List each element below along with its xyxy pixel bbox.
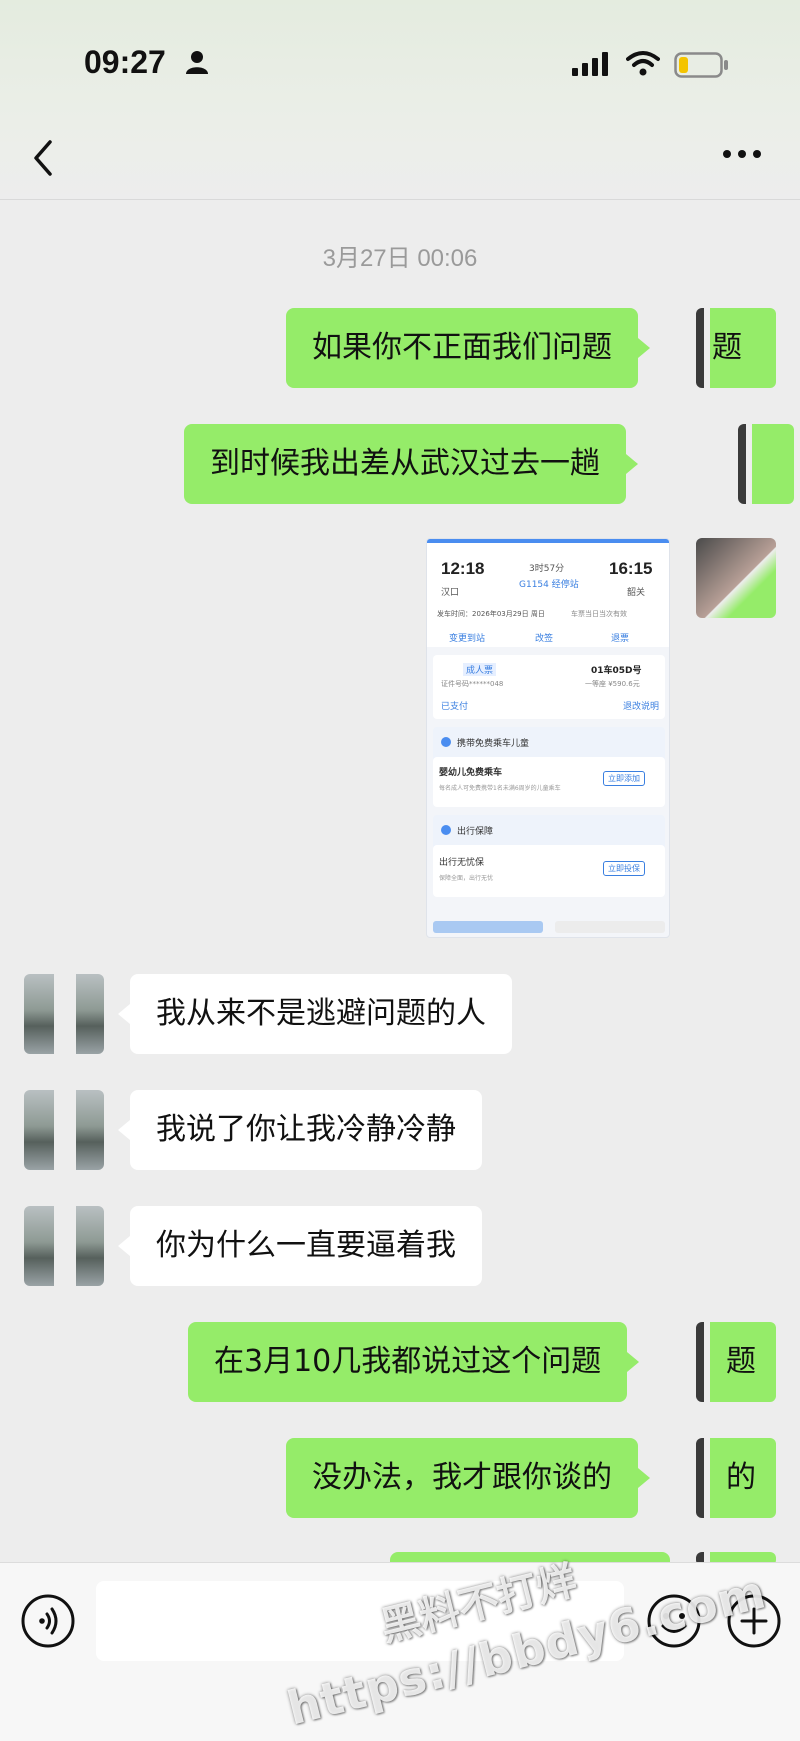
ticket-header: 12:18 16:15 3时57分 G1154 经停站 汉口 韶关 发车时间：2… bbox=[427, 539, 669, 647]
ticket-duration: 3时57分 bbox=[529, 564, 565, 574]
insurance-title: 出行无忧保 bbox=[439, 858, 485, 868]
avatar-me[interactable]: 的 bbox=[696, 1438, 776, 1518]
message-bubble-sent[interactable]: 在3月10几我都说过这个问题 bbox=[188, 1322, 640, 1402]
message-text: 如果你不正面我们问题 bbox=[312, 330, 612, 365]
wifi-icon bbox=[626, 51, 660, 76]
ticket-action-change-station[interactable]: 变更到站 bbox=[449, 631, 485, 644]
child-add-button[interactable]: 立即添加 bbox=[603, 771, 645, 786]
ticket-refund-rule[interactable]: 退改说明 bbox=[623, 699, 659, 712]
avatar-me[interactable]: 题 bbox=[696, 308, 776, 388]
avatar-me[interactable]: 题 bbox=[696, 1322, 776, 1402]
avatar-contact[interactable] bbox=[24, 1090, 104, 1170]
ticket-child-card: 携带免费乘车儿童 婴幼儿免费乘车 每名成人可免费携带1名未满6周岁的儿童乘车 立… bbox=[433, 727, 665, 807]
ticket-passenger-card: 成人票 01车05D号 证件号码******048 一等座 ¥590.6元 已支… bbox=[433, 655, 665, 719]
ticket-bottom-tabs[interactable] bbox=[555, 921, 665, 933]
chat-timestamp: 3月27日 00:06 bbox=[322, 245, 478, 272]
input-bar bbox=[0, 1562, 800, 1741]
voice-icon[interactable] bbox=[20, 1593, 76, 1649]
message-bubble-sent[interactable]: 如果你不正面我们问题 bbox=[286, 308, 650, 388]
emoji-icon[interactable] bbox=[646, 1593, 702, 1649]
ticket-train: G1154 经停站 bbox=[519, 580, 579, 590]
ticket-arrive-time: 16:15 bbox=[609, 559, 653, 578]
message-bubble-received[interactable]: 我说了你让我冷静冷静 bbox=[118, 1090, 482, 1170]
ticket-depart-time: 12:18 bbox=[441, 559, 485, 578]
ticket-depart-station: 汉口 bbox=[441, 588, 460, 598]
ticket-bottom-button[interactable] bbox=[433, 921, 543, 933]
plus-icon[interactable] bbox=[726, 1593, 782, 1649]
person-icon bbox=[186, 51, 208, 74]
insurance-section-icon bbox=[441, 825, 451, 835]
ticket-id: 证件号码******048 bbox=[441, 680, 504, 688]
message-input[interactable] bbox=[96, 1581, 624, 1661]
child-section-icon bbox=[441, 737, 451, 747]
signal-icon bbox=[572, 52, 608, 76]
avatar-me-text: 题 bbox=[712, 330, 742, 365]
avatar-me[interactable] bbox=[738, 424, 794, 504]
chevron-left-icon[interactable] bbox=[30, 138, 56, 178]
message-text: 没办法，我才跟你谈的 bbox=[312, 1460, 612, 1495]
child-row: 婴幼儿免费乘车 每名成人可免费携带1名未满6周岁的儿童乘车 立即添加 bbox=[433, 757, 665, 807]
avatar-contact[interactable] bbox=[24, 974, 104, 1054]
message-text: 我从来不是逃避问题的人 bbox=[156, 996, 486, 1031]
ticket-note: 车票当日当次有效 bbox=[571, 610, 627, 618]
ticket-seat: 01车05D号 bbox=[591, 666, 642, 676]
message-text: 到时候我出差从武汉过去一趟 bbox=[210, 446, 600, 481]
ticket-paid: 已支付 bbox=[441, 702, 469, 712]
battery-icon bbox=[674, 52, 728, 78]
child-section-title: 携带免费乘车儿童 bbox=[457, 739, 530, 749]
insurance-desc: 保障全面，出行无忧 bbox=[439, 875, 494, 882]
insurance-button[interactable]: 立即投保 bbox=[603, 861, 645, 876]
status-time: 09:27 bbox=[84, 44, 166, 80]
child-desc: 每名成人可免费携带1名未满6周岁的儿童乘车 bbox=[439, 785, 561, 792]
more-dots-icon[interactable] bbox=[722, 148, 762, 160]
image-message-ticket[interactable]: 12:18 16:15 3时57分 G1154 经停站 汉口 韶关 发车时间：2… bbox=[426, 538, 670, 938]
insurance-section-title: 出行保障 bbox=[457, 827, 494, 837]
message-bubble-sent[interactable]: 到时候我出差从武汉过去一趟 bbox=[184, 424, 638, 504]
ticket-passenger-tag: 成人票 bbox=[463, 663, 497, 676]
nav-bar bbox=[0, 120, 800, 200]
ticket-arrive-station: 韶关 bbox=[627, 588, 646, 598]
avatar-me-text: 的 bbox=[726, 1460, 756, 1495]
child-title: 婴幼儿免费乘车 bbox=[439, 768, 503, 778]
message-bubble-sent[interactable]: 没办法，我才跟你谈的 bbox=[286, 1438, 650, 1518]
avatar-me-text: 题 bbox=[726, 1344, 756, 1379]
message-text: 在3月10几我都说过这个问题 bbox=[214, 1344, 602, 1379]
message-text: 我说了你让我冷静冷静 bbox=[156, 1112, 456, 1147]
ticket-date: 发车时间：2026年03月29日 周日 bbox=[437, 610, 545, 618]
status-bar: 09:27 bbox=[0, 0, 800, 120]
message-bubble-received[interactable]: 你为什么一直要逼着我 bbox=[118, 1206, 482, 1286]
ticket-action-refund[interactable]: 退票 bbox=[611, 631, 629, 644]
ticket-bottom-bar bbox=[433, 921, 665, 937]
message-text: 你为什么一直要逼着我 bbox=[156, 1228, 456, 1263]
message-bubble-received[interactable]: 我从来不是逃避问题的人 bbox=[118, 974, 512, 1054]
ticket-action-rebook[interactable]: 改签 bbox=[535, 631, 553, 644]
avatar-me[interactable] bbox=[696, 538, 776, 618]
avatar-contact[interactable] bbox=[24, 1206, 104, 1286]
ticket-insurance-card: 出行保障 出行无忧保 保障全面，出行无忧 立即投保 bbox=[433, 815, 665, 897]
ticket-seat-class: 一等座 ¥590.6元 bbox=[585, 680, 640, 688]
insurance-row: 出行无忧保 保障全面，出行无忧 立即投保 bbox=[433, 845, 665, 897]
